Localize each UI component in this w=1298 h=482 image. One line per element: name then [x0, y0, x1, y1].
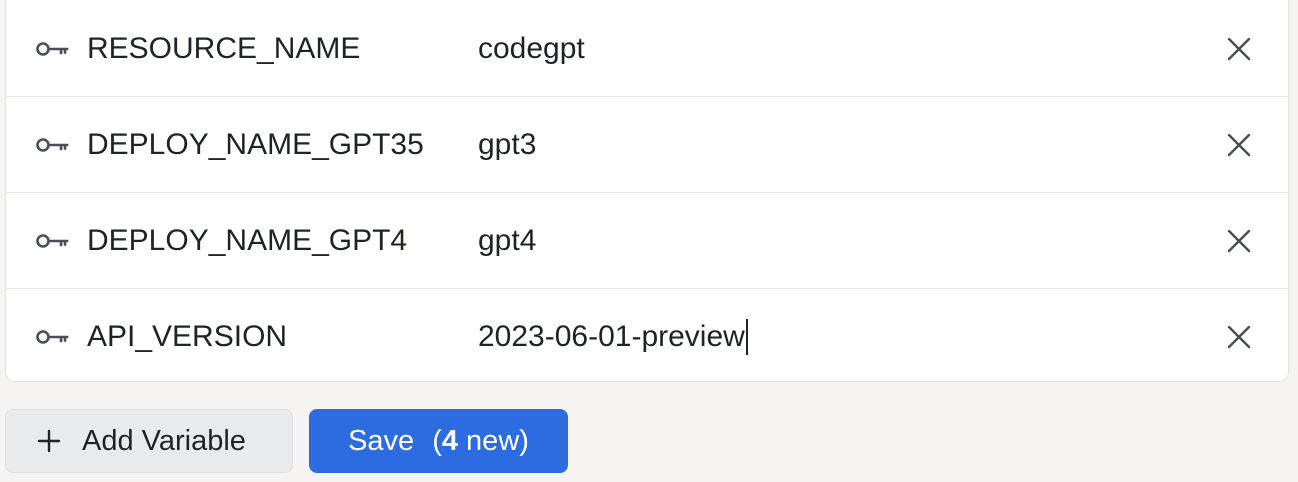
action-bar: Add Variable Save ( 4 new) — [5, 409, 568, 473]
variable-value-input[interactable]: 2023-06-01-preview — [478, 319, 748, 355]
variable-name[interactable]: API_VERSION — [87, 320, 287, 354]
save-button[interactable]: Save ( 4 new) — [309, 409, 568, 473]
variable-row: DEPLOY_NAME_GPT35 gpt3 — [6, 97, 1288, 193]
variable-name[interactable]: RESOURCE_NAME — [87, 32, 360, 66]
plus-icon — [36, 428, 62, 454]
variable-row: DEPLOY_NAME_GPT4 gpt4 — [6, 193, 1288, 289]
remove-variable-button[interactable] — [1226, 228, 1252, 254]
variable-value-text: gpt3 — [478, 127, 537, 161]
close-icon — [1227, 37, 1251, 60]
add-variable-button[interactable]: Add Variable — [5, 409, 293, 473]
variable-value-input[interactable]: gpt3 — [478, 128, 536, 162]
variable-value-text: gpt4 — [478, 223, 537, 257]
save-label: Save — [348, 424, 415, 457]
variable-name[interactable]: DEPLOY_NAME_GPT4 — [87, 224, 407, 258]
add-variable-label: Add Variable — [82, 424, 246, 457]
key-icon — [36, 327, 72, 347]
variable-value-text: codegpt — [478, 31, 585, 65]
variable-value-input[interactable]: gpt4 — [478, 224, 536, 258]
remove-variable-button[interactable] — [1226, 36, 1252, 62]
variable-row: API_VERSION 2023-06-01-preview — [6, 289, 1288, 381]
remove-variable-button[interactable] — [1226, 324, 1252, 350]
close-icon — [1227, 229, 1251, 252]
variable-value-text: 2023-06-01-preview — [478, 320, 745, 353]
variable-name[interactable]: DEPLOY_NAME_GPT35 — [87, 128, 424, 162]
save-suffix: new) — [458, 424, 529, 457]
text-cursor — [745, 319, 748, 355]
save-paren: ( — [432, 424, 442, 457]
variable-value-input[interactable]: codegpt — [478, 32, 585, 66]
new-count-badge: 4 — [441, 424, 458, 457]
key-icon — [36, 39, 72, 59]
close-icon — [1227, 325, 1251, 349]
key-icon — [36, 231, 72, 251]
variable-row: RESOURCE_NAME codegpt — [6, 1, 1288, 97]
remove-variable-button[interactable] — [1226, 132, 1252, 158]
variables-panel: RESOURCE_NAME codegpt DEPLOY_NAME_GPT35 … — [5, 0, 1289, 382]
key-icon — [36, 135, 72, 155]
close-icon — [1227, 133, 1251, 156]
